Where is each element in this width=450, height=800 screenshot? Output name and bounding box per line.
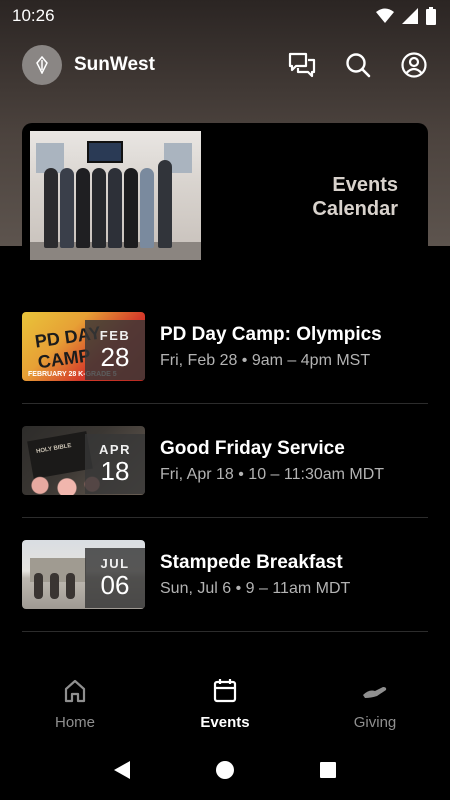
- event-meta: Sun, Jul 6 • 9 – 11am MDT: [160, 579, 351, 597]
- bottom-nav: Home Events Giving: [0, 676, 450, 738]
- event-list: PD DAY CAMP FEBRUARY 28 K-GRADE 5 FEB 28…: [22, 290, 428, 632]
- event-item[interactable]: HOLY BIBLE APR 18 Good Friday Service Fr…: [22, 404, 428, 518]
- date-day: 18: [100, 456, 130, 486]
- signal-icon: [402, 8, 418, 24]
- event-thumbnail: JUL 06: [22, 540, 145, 609]
- back-icon[interactable]: [112, 760, 132, 780]
- event-thumbnail: HOLY BIBLE APR 18: [22, 426, 145, 495]
- event-title: PD Day Camp: Olympics: [160, 323, 382, 345]
- banner-title-line1: Events: [332, 174, 398, 196]
- event-thumbnail: PD DAY CAMP FEBRUARY 28 K-GRADE 5 FEB 28: [22, 312, 145, 381]
- status-bar: 10:26: [0, 0, 450, 32]
- battery-icon: [426, 7, 436, 25]
- search-icon: [346, 53, 371, 78]
- account-icon: [401, 52, 427, 78]
- chat-icon: [288, 52, 316, 78]
- church-logo[interactable]: [22, 45, 62, 85]
- nav-giving[interactable]: Giving: [300, 676, 450, 738]
- nav-home[interactable]: Home: [0, 676, 150, 738]
- group-photo: [30, 131, 201, 260]
- event-title: Stampede Breakfast: [160, 551, 343, 573]
- app-header: SunWest: [22, 44, 428, 86]
- banner-title: Events Calendar: [312, 173, 398, 221]
- recents-icon[interactable]: [318, 760, 338, 780]
- date-badge: JUL 06: [85, 548, 145, 608]
- account-button[interactable]: [400, 51, 428, 79]
- date-day: 06: [100, 570, 130, 600]
- nav-label: Home: [54, 714, 95, 731]
- giving-hand-icon: [360, 676, 390, 706]
- logo-mark-icon: [36, 56, 48, 74]
- event-meta: Fri, Apr 18 • 10 – 11:30am MDT: [160, 465, 385, 483]
- date-month: APR: [99, 442, 131, 457]
- events-calendar-banner[interactable]: Events Calendar: [22, 123, 428, 268]
- event-item[interactable]: PD DAY CAMP FEBRUARY 28 K-GRADE 5 FEB 28…: [22, 290, 428, 404]
- date-day: 28: [100, 342, 130, 372]
- nav-label: Giving: [353, 714, 397, 731]
- date-badge: FEB 28: [85, 320, 145, 380]
- status-icons: [376, 7, 436, 25]
- wifi-icon: [376, 8, 394, 23]
- event-title: Good Friday Service: [160, 437, 345, 459]
- event-text: Good Friday Service Fri, Apr 18 • 10 – 1…: [160, 437, 428, 485]
- date-badge: APR 18: [85, 434, 145, 494]
- system-nav-bar: [0, 752, 450, 788]
- event-text: PD Day Camp: Olympics Fri, Feb 28 • 9am …: [160, 323, 428, 371]
- event-item[interactable]: JUL 06 Stampede Breakfast Sun, Jul 6 • 9…: [22, 518, 428, 632]
- date-month: FEB: [99, 328, 131, 343]
- calendar-icon: [210, 676, 240, 706]
- header-actions: [288, 51, 428, 79]
- app-name: SunWest: [74, 54, 155, 75]
- event-text: Stampede Breakfast Sun, Jul 6 • 9 – 11am…: [160, 551, 428, 599]
- banner-title-line2: Calendar: [312, 198, 398, 220]
- date-month: JUL: [100, 556, 130, 571]
- status-time: 10:26: [12, 6, 55, 25]
- event-meta: Fri, Feb 28 • 9am – 4pm MST: [160, 351, 371, 369]
- chat-button[interactable]: [288, 51, 316, 79]
- nav-events[interactable]: Events: [150, 676, 300, 738]
- nav-label: Events: [200, 714, 250, 731]
- home-icon: [60, 676, 90, 706]
- search-button[interactable]: [344, 51, 372, 79]
- home-circle-icon[interactable]: [215, 760, 235, 780]
